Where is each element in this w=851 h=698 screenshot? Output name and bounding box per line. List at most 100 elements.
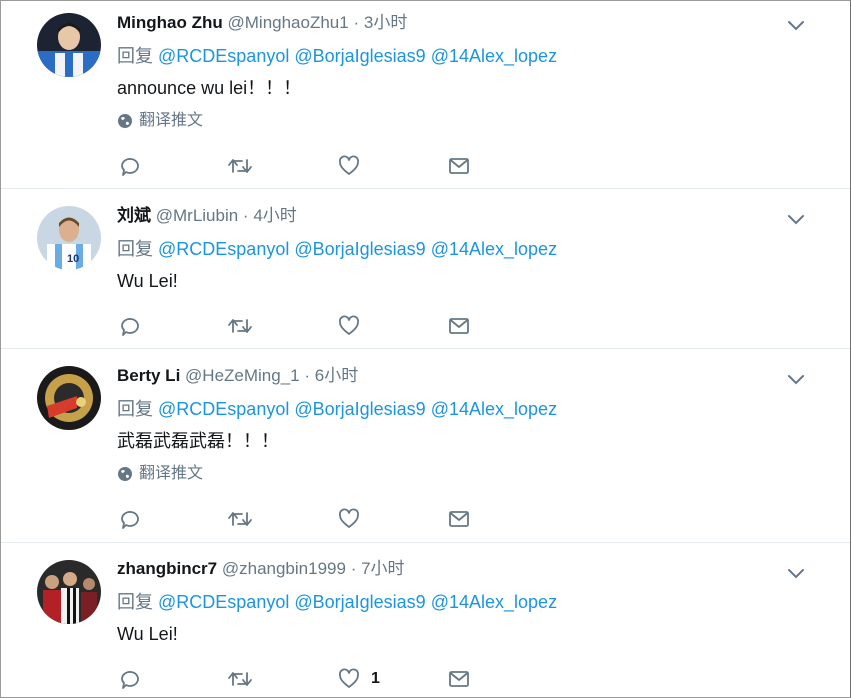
reply-icon	[121, 671, 139, 689]
display-name[interactable]: zhangbincr7	[117, 559, 217, 578]
separator: ·	[353, 13, 360, 32]
reply-button[interactable]	[117, 154, 227, 178]
dm-icon	[449, 318, 469, 334]
like-button[interactable]	[337, 314, 447, 338]
mention-link[interactable]: @RCDEspanyol	[158, 46, 289, 66]
dm-button[interactable]	[447, 667, 557, 691]
tweet-text: Wu Lei!	[117, 271, 178, 291]
reply-icon	[121, 511, 139, 529]
translate-label[interactable]: 翻译推文	[139, 464, 203, 484]
tweet-header: 刘斌 @MrLiubin · 4小时	[117, 205, 790, 227]
mention-link[interactable]: @14Alex_lopez	[431, 399, 557, 419]
display-name[interactable]: Berty Li	[117, 366, 180, 385]
mention-link[interactable]: @14Alex_lopez	[431, 239, 557, 259]
avatar[interactable]	[37, 560, 101, 624]
reply-prefix: 回复	[117, 399, 153, 419]
mention-link[interactable]: @RCDEspanyol	[158, 239, 289, 259]
tweet[interactable]: 10 刘斌 @MrLiubin · 4小时 回复 @RCDEspanyol @B…	[1, 189, 850, 349]
separator: ·	[350, 559, 357, 578]
reply-context: 回复 @RCDEspanyol @BorjaIglesias9 @14Alex_…	[117, 45, 790, 67]
dm-button[interactable]	[447, 154, 557, 178]
user-handle[interactable]: @MinghaoZhu1	[228, 13, 349, 32]
svg-text:10: 10	[67, 253, 79, 265]
globe-icon	[118, 467, 132, 481]
tweet-header: Berty Li @HeZeMing_1 · 6小时	[117, 365, 790, 387]
user-handle[interactable]: @MrLiubin	[156, 206, 238, 225]
tweet-text: 武磊武磊武磊！！！	[117, 431, 279, 451]
reply-context: 回复 @RCDEspanyol @BorjaIglesias9 @14Alex_…	[117, 238, 790, 260]
tweet[interactable]: Berty Li @HeZeMing_1 · 6小时 回复 @RCDEspany…	[1, 349, 850, 543]
tweet[interactable]: zhangbincr7 @zhangbin1999 · 7小时 回复 @RCDE…	[1, 543, 850, 697]
tweet-actions: 1	[117, 667, 557, 691]
like-icon	[339, 668, 359, 688]
retweet-icon	[228, 319, 252, 333]
mention-link[interactable]: @BorjaIglesias9	[294, 592, 425, 612]
chevron-down-icon[interactable]	[786, 209, 806, 229]
mention-link[interactable]: @14Alex_lopez	[431, 592, 557, 612]
timestamp[interactable]: 7小时	[361, 559, 404, 578]
tweet-text: Wu Lei!	[117, 624, 178, 644]
translate-link[interactable]: 翻译推文	[117, 464, 790, 484]
display-name[interactable]: Minghao Zhu	[117, 13, 223, 32]
dm-button[interactable]	[447, 507, 557, 531]
like-icon	[339, 155, 359, 175]
like-count: 1	[371, 670, 380, 687]
translate-label[interactable]: 翻译推文	[139, 111, 203, 131]
timestamp[interactable]: 3小时	[364, 13, 407, 32]
retweet-button[interactable]	[227, 507, 337, 531]
tweet-actions	[117, 314, 557, 338]
reply-prefix: 回复	[117, 592, 153, 612]
separator: ·	[242, 206, 249, 225]
timestamp[interactable]: 6小时	[315, 366, 358, 385]
retweet-button[interactable]	[227, 314, 337, 338]
tweet-header: zhangbincr7 @zhangbin1999 · 7小时	[117, 558, 790, 580]
retweet-icon	[228, 512, 252, 526]
dm-icon	[449, 511, 469, 527]
like-button[interactable]	[337, 507, 447, 531]
reply-button[interactable]	[117, 507, 227, 531]
tweet-actions	[117, 507, 557, 531]
like-icon	[339, 315, 359, 335]
mention-link[interactable]: @BorjaIglesias9	[294, 399, 425, 419]
tweet-header: Minghao Zhu @MinghaoZhu1 · 3小时	[117, 12, 790, 34]
globe-icon	[118, 114, 132, 128]
like-button[interactable]	[337, 154, 447, 178]
dm-icon	[449, 158, 469, 174]
retweet-icon	[228, 672, 252, 686]
user-handle[interactable]: @zhangbin1999	[222, 559, 346, 578]
dm-icon	[449, 671, 469, 687]
reply-context: 回复 @RCDEspanyol @BorjaIglesias9 @14Alex_…	[117, 398, 790, 420]
timeline: Minghao Zhu @MinghaoZhu1 · 3小时 回复 @RCDEs…	[0, 0, 851, 698]
like-icon	[339, 508, 359, 528]
display-name[interactable]: 刘斌	[117, 206, 151, 225]
avatar[interactable]	[37, 366, 101, 430]
reply-icon	[121, 318, 139, 336]
mention-link[interactable]: @14Alex_lopez	[431, 46, 557, 66]
reply-context: 回复 @RCDEspanyol @BorjaIglesias9 @14Alex_…	[117, 591, 790, 613]
user-handle[interactable]: @HeZeMing_1	[185, 366, 300, 385]
chevron-down-icon[interactable]	[786, 15, 806, 35]
retweet-icon	[228, 159, 252, 173]
chevron-down-icon[interactable]	[786, 369, 806, 389]
reply-button[interactable]	[117, 667, 227, 691]
avatar[interactable]	[37, 13, 101, 77]
chevron-down-icon[interactable]	[786, 563, 806, 583]
mention-link[interactable]: @BorjaIglesias9	[294, 239, 425, 259]
reply-button[interactable]	[117, 314, 227, 338]
mention-link[interactable]: @RCDEspanyol	[158, 399, 289, 419]
mention-link[interactable]: @BorjaIglesias9	[294, 46, 425, 66]
like-button[interactable]: 1	[337, 667, 447, 691]
timestamp[interactable]: 4小时	[253, 206, 296, 225]
mention-link[interactable]: @RCDEspanyol	[158, 592, 289, 612]
reply-icon	[121, 158, 139, 176]
tweet[interactable]: Minghao Zhu @MinghaoZhu1 · 3小时 回复 @RCDEs…	[1, 1, 850, 189]
dm-button[interactable]	[447, 314, 557, 338]
avatar[interactable]: 10	[37, 206, 101, 270]
separator: ·	[304, 366, 311, 385]
reply-prefix: 回复	[117, 46, 153, 66]
translate-link[interactable]: 翻译推文	[117, 111, 790, 131]
tweet-text: announce wu lei！！！	[117, 78, 302, 98]
retweet-button[interactable]	[227, 667, 337, 691]
retweet-button[interactable]	[227, 154, 337, 178]
tweet-actions	[117, 154, 557, 178]
